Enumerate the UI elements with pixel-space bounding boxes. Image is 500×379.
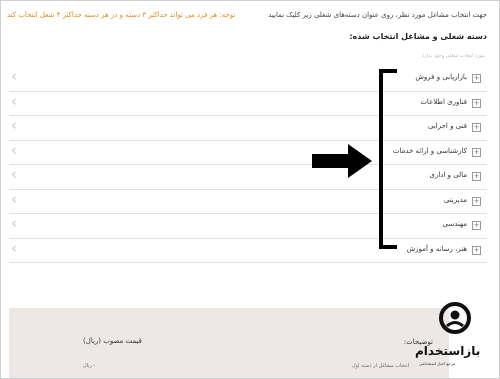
category-row[interactable]: + فناوری اطلاعات ‹ <box>9 92 487 116</box>
plus-square-icon[interactable]: + <box>472 172 481 181</box>
category-row[interactable]: + مدیریتی ‹ <box>9 190 487 214</box>
category-row[interactable]: + کارشناسی و ارائه خدمات ‹ <box>9 141 487 165</box>
first-category-field: انتخاب مشاغل از دسته اول <box>351 363 409 369</box>
annotation-bracket-top <box>379 69 397 73</box>
chevron-left-icon[interactable]: ‹ <box>11 69 17 84</box>
annotation-bracket-bottom <box>379 245 397 249</box>
category-label[interactable]: هنر، رسانه و آموزش <box>407 245 467 253</box>
chevron-left-icon[interactable]: ‹ <box>11 191 17 207</box>
category-row[interactable]: + فنی و اجرایی ‹ <box>9 116 487 141</box>
category-label[interactable]: مهندسی <box>443 220 467 228</box>
category-list: + بازاریابی و فروش ‹ + فناوری اطلاعات ‹ … <box>9 67 487 263</box>
instruction-text: جهت انتخاب مشاغل مورد نظر، روی عنوان دست… <box>268 11 487 19</box>
annotation-bracket <box>379 69 383 249</box>
plus-square-icon[interactable]: + <box>472 196 481 206</box>
notice-text: توجه: هر فرد می تواند حداکثر ۳ دسته و در… <box>7 11 236 19</box>
chevron-left-icon[interactable]: ‹ <box>11 118 17 133</box>
chevron-left-icon[interactable]: ‹ <box>11 167 17 182</box>
watermark-name: بازاستخدام <box>415 344 481 358</box>
category-label[interactable]: فناوری اطلاعات <box>420 98 467 106</box>
job-selection-panel: جهت انتخاب مشاغل مورد نظر، روی عنوان دست… <box>0 0 500 379</box>
arrow-right-icon <box>312 144 372 178</box>
plus-square-icon[interactable]: + <box>472 74 481 83</box>
plus-square-icon[interactable]: + <box>472 98 481 108</box>
category-label[interactable]: فنی و اجرایی <box>428 122 467 130</box>
category-label[interactable]: مالی و اداری <box>429 171 467 179</box>
category-row[interactable]: + مالی و اداری ‹ <box>9 165 487 190</box>
category-label[interactable]: بازاریابی و فروش <box>415 73 467 81</box>
chevron-left-icon[interactable]: ‹ <box>11 216 17 231</box>
chevron-left-icon[interactable]: ‹ <box>11 240 17 256</box>
category-label[interactable]: مدیریتی <box>444 196 467 204</box>
category-row[interactable]: + مهندسی ‹ <box>9 214 487 239</box>
plus-square-icon[interactable]: + <box>472 123 481 132</box>
category-label[interactable]: کارشناسی و ارائه خدمات <box>393 147 467 155</box>
price-value: - ریال <box>83 363 96 369</box>
category-row[interactable]: + هنر، رسانه و آموزش ‹ <box>9 239 487 263</box>
empty-selection-hint: مورد انتخاب شغلی وجود ندارد <box>422 53 485 59</box>
price-label: قیمت مصوب (ریال) <box>83 337 142 345</box>
watermark-logo <box>439 302 471 334</box>
plus-square-icon[interactable]: + <box>472 245 481 255</box>
section-title: دسته شغلی و مشاغل انتخاب شده: <box>349 32 487 41</box>
chevron-left-icon[interactable]: ‹ <box>11 142 17 158</box>
category-row[interactable]: + بازاریابی و فروش ‹ <box>9 67 487 92</box>
watermark-subtitle: مرجع اخبار استخدامی <box>419 361 456 366</box>
chevron-left-icon[interactable]: ‹ <box>11 93 17 109</box>
plus-square-icon[interactable]: + <box>472 147 481 157</box>
plus-square-icon[interactable]: + <box>472 221 481 230</box>
